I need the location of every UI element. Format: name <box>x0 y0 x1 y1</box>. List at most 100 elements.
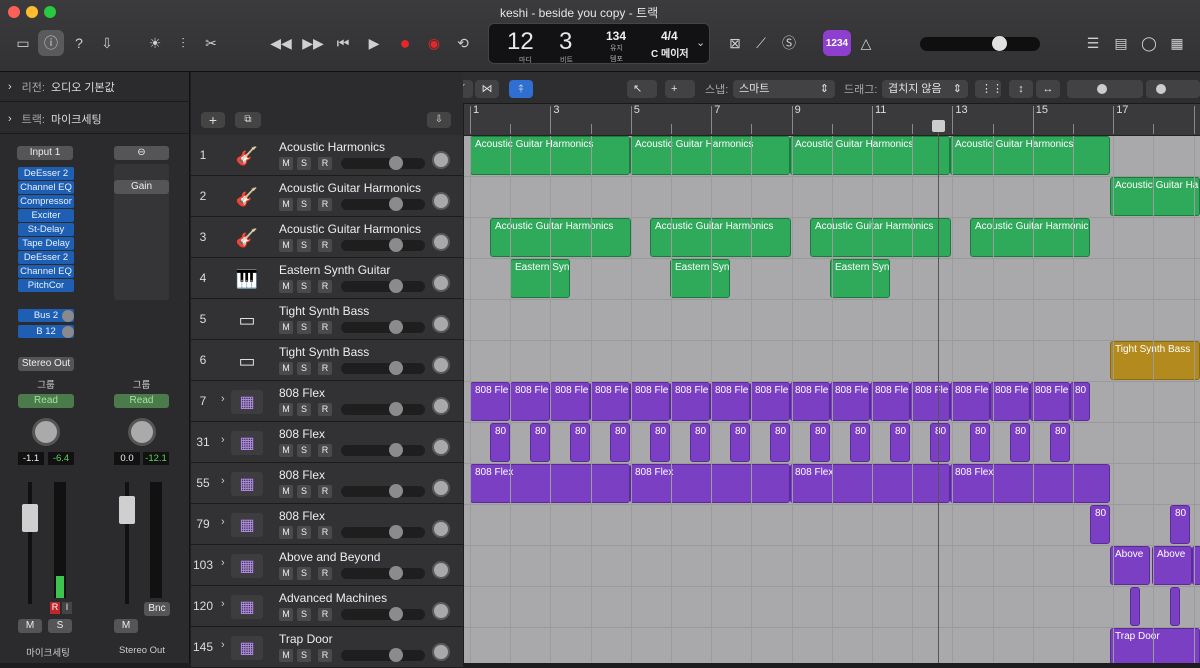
region[interactable]: 808 Fle <box>1030 382 1070 421</box>
send-level-knob[interactable] <box>62 326 74 338</box>
pan-knob[interactable] <box>128 418 156 446</box>
region[interactable]: Acoustic Guitar Harmonics <box>950 136 1110 175</box>
vertical-zoom-icon[interactable]: ↕ <box>1009 80 1033 98</box>
metronome-icon[interactable]: △ <box>853 30 879 56</box>
mute-button[interactable]: M <box>279 567 293 580</box>
mute-button[interactable]: M <box>279 362 293 375</box>
region[interactable]: 808 Fle <box>790 382 830 421</box>
chevron-right-icon[interactable]: › <box>221 557 225 569</box>
track-header[interactable]: 3 🎸 Acoustic Guitar Harmonics M S R <box>191 217 463 258</box>
record-button[interactable]: R <box>318 321 332 334</box>
download-icon[interactable]: ⇩ <box>94 30 120 56</box>
track-volume-slider[interactable] <box>341 279 425 293</box>
mute-button[interactable]: M <box>114 619 138 633</box>
fast-forward-icon[interactable]: ▶▶ <box>300 30 326 56</box>
region[interactable]: Trap Door <box>1110 628 1200 663</box>
timeline-ruler[interactable]: 1 3 5 7 9 11 13 15 17 <box>464 104 1200 136</box>
smart-controls-icon[interactable]: ☀ <box>142 30 168 56</box>
volume-knob[interactable] <box>389 443 403 457</box>
link-icon[interactable]: ⊖ <box>114 146 169 160</box>
catch-playhead-icon[interactable]: ⤉ <box>509 80 533 98</box>
solo-button[interactable]: S <box>297 567 311 580</box>
track-volume-slider[interactable] <box>341 361 425 375</box>
pan-knob[interactable] <box>432 356 450 374</box>
region[interactable]: 80 <box>1090 505 1110 544</box>
volume-knob[interactable] <box>389 238 403 252</box>
region[interactable]: Above <box>1110 546 1150 585</box>
chevron-right-icon[interactable]: › <box>221 598 225 610</box>
gain-plugin[interactable]: Gain <box>114 180 169 194</box>
rewind-icon[interactable]: ◀◀ <box>268 30 294 56</box>
notepad-icon[interactable]: ▤ <box>1108 30 1134 56</box>
playhead[interactable] <box>938 120 939 663</box>
play-icon[interactable]: ▶ <box>361 30 387 56</box>
region[interactable]: 808 Flex <box>950 464 1110 503</box>
region[interactable]: Acoustic Guitar Har <box>1110 177 1200 216</box>
chevron-right-icon[interactable]: › <box>221 475 225 487</box>
track-name[interactable]: 808 Flex <box>279 509 325 523</box>
region[interactable]: 80 <box>1010 423 1030 462</box>
solo-button[interactable]: S <box>297 198 311 211</box>
track-header[interactable]: 7 › ▦ 808 Flex M S R <box>191 381 463 422</box>
track-volume-slider[interactable] <box>341 443 425 457</box>
region[interactable]: 808 Fle <box>590 382 630 421</box>
track-header[interactable]: 55 › ▦ 808 Flex M S R <box>191 463 463 504</box>
pan-knob[interactable] <box>432 397 450 415</box>
solo-button[interactable]: S <box>297 485 311 498</box>
record-button[interactable]: R <box>318 649 332 662</box>
pan-knob[interactable] <box>432 192 450 210</box>
horizontal-zoom-icon[interactable]: ↔ <box>1036 80 1060 98</box>
track-name[interactable]: Trap Door <box>279 632 333 646</box>
volume-knob[interactable] <box>389 484 403 498</box>
track-header[interactable]: 6 ▭ Tight Synth Bass M S R <box>191 340 463 381</box>
volume-knob[interactable] <box>389 156 403 170</box>
plugin-slot[interactable]: Tape Delay <box>18 237 74 250</box>
track-header[interactable]: 1 🎸 Acoustic Harmonics M S R <box>191 135 463 176</box>
region[interactable]: 808 Fle <box>670 382 710 421</box>
tuner-icon[interactable]: ⟋ <box>748 30 774 56</box>
region[interactable]: 808 Fle <box>990 382 1030 421</box>
solo-button[interactable]: S <box>297 280 311 293</box>
volume-fader[interactable] <box>119 496 135 524</box>
solo-button[interactable]: S <box>297 157 311 170</box>
track-name[interactable]: 808 Flex <box>279 386 325 400</box>
pointer-tool[interactable]: ↖ ⌄ <box>627 80 657 113</box>
lcd-display[interactable]: 12 3 마디 비트 134 유지 템포 4/4 C 메이저 ⌄ <box>488 23 710 64</box>
secondary-tool[interactable]: + ⌄ <box>665 80 695 113</box>
mute-button[interactable]: M <box>279 280 293 293</box>
input-monitor-button[interactable]: I <box>62 602 72 614</box>
region[interactable]: 808 Fle <box>470 382 510 421</box>
volume-knob[interactable] <box>389 566 403 580</box>
master-volume-knob[interactable] <box>992 36 1007 51</box>
solo-button[interactable]: S <box>297 403 311 416</box>
volume-knob[interactable] <box>389 607 403 621</box>
volume-fader[interactable] <box>22 504 38 532</box>
volume-knob[interactable] <box>389 648 403 662</box>
region[interactable]: 808 Fle <box>750 382 790 421</box>
region[interactable]: 80 <box>730 423 750 462</box>
track-name[interactable]: 808 Flex <box>279 468 325 482</box>
region[interactable]: 808 Fle <box>950 382 990 421</box>
track-header[interactable]: 5 ▭ Tight Synth Bass M S R <box>191 299 463 340</box>
record-enable-button[interactable]: R <box>50 602 60 614</box>
chevron-down-icon[interactable]: ⌄ <box>696 36 705 49</box>
region[interactable]: Eastern Syn <box>670 259 730 298</box>
track-name[interactable]: Above and Beyond <box>279 550 380 564</box>
region[interactable]: 80 <box>610 423 630 462</box>
track-name[interactable]: 808 Flex <box>279 427 325 441</box>
volume-knob[interactable] <box>389 361 403 375</box>
region[interactable]: 80 <box>930 423 950 462</box>
region[interactable]: 80 <box>530 423 550 462</box>
arrange-area[interactable]: 1 3 5 7 9 11 13 15 17 Acoustic Guitar Harmonics A… <box>464 104 1200 663</box>
region[interactable]: Tight Synth Bass <box>1110 341 1200 380</box>
help-icon[interactable]: ? <box>66 30 92 56</box>
track-volume-slider[interactable] <box>341 525 425 539</box>
solo-button[interactable]: S <box>297 526 311 539</box>
track-name[interactable]: Acoustic Guitar Harmonics <box>279 222 421 236</box>
pan-knob[interactable] <box>432 602 450 620</box>
region-section[interactable]: › 리전: 오디오 기본값 <box>0 72 190 102</box>
waveform-zoom-icon[interactable]: ⋮⋮ <box>975 80 1003 98</box>
region[interactable]: 80 <box>890 423 910 462</box>
solo-button[interactable]: S <box>297 362 311 375</box>
record-button[interactable]: R <box>318 280 332 293</box>
